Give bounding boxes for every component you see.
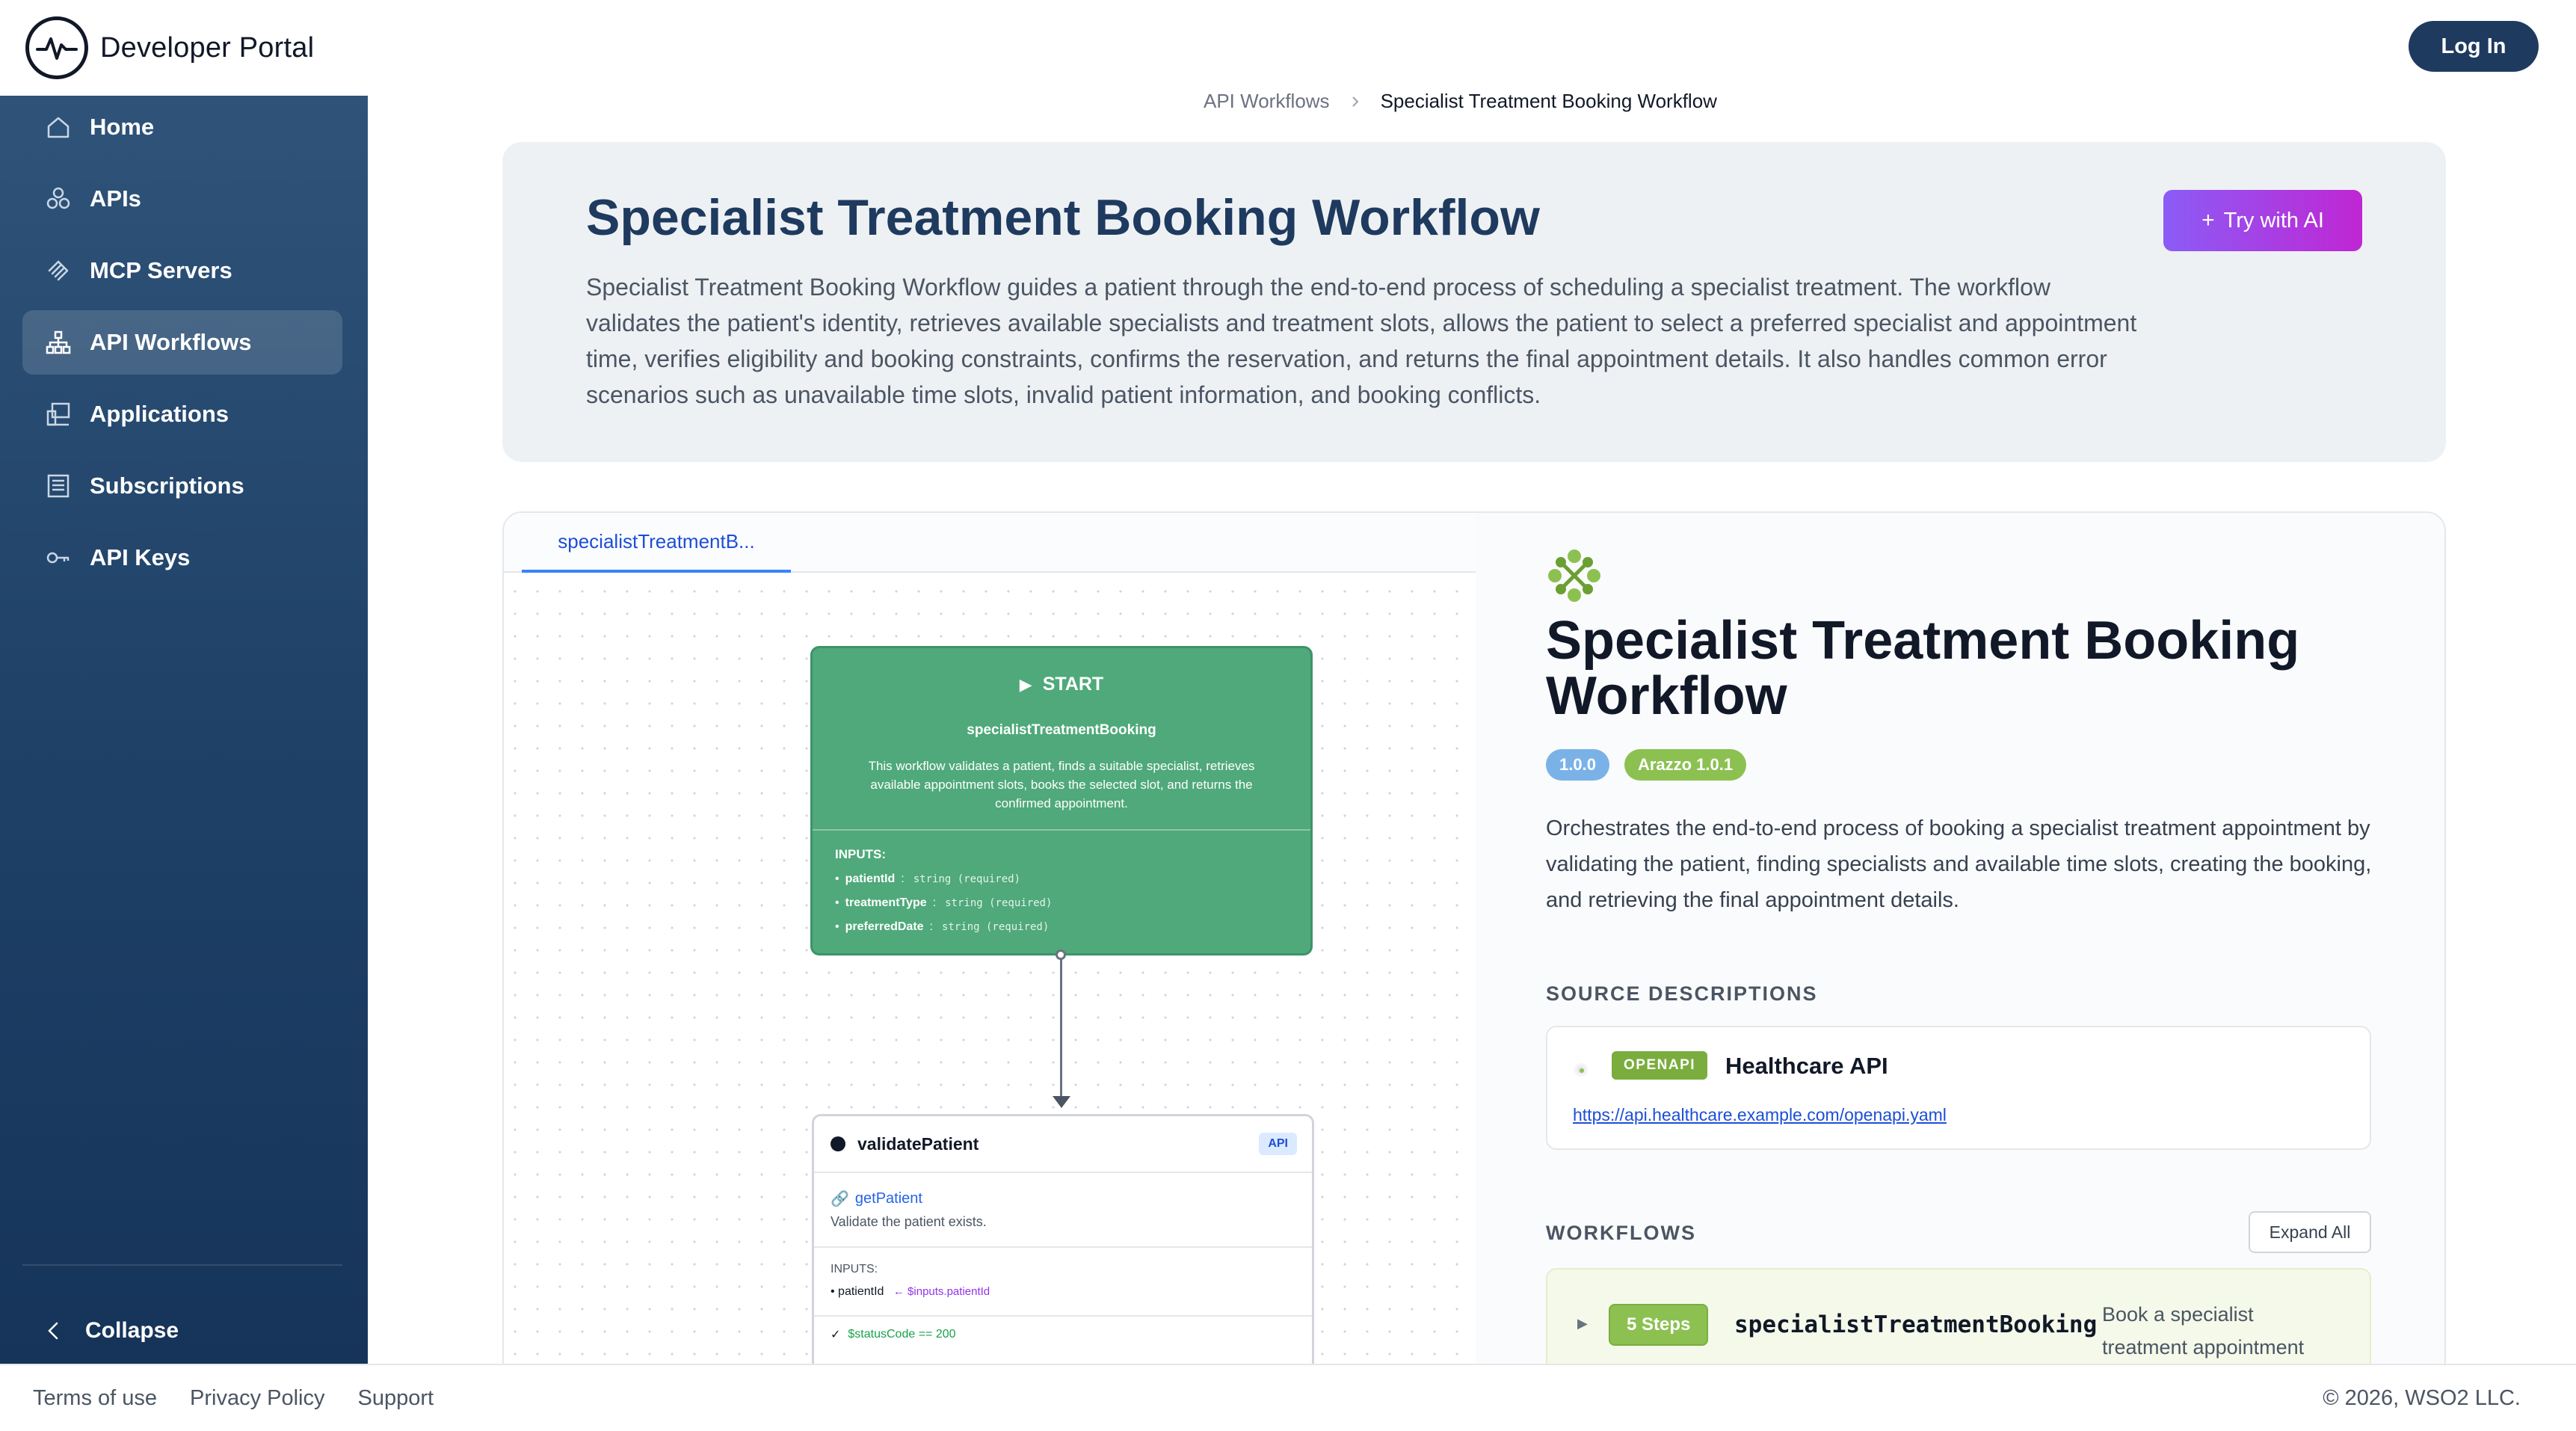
breadcrumb: API Workflows Specialist Treatment Booki… — [1204, 90, 1717, 113]
collapse-label: Collapse — [85, 1318, 179, 1343]
footer: Terms of use Privacy Policy Support © 20… — [0, 1364, 2576, 1431]
caret-right-icon[interactable]: ▶ — [1577, 1316, 1588, 1332]
workflow-icon — [42, 326, 75, 359]
breadcrumb-current: Specialist Treatment Booking Workflow — [1380, 90, 1717, 112]
workflows-heading: WORKFLOWS — [1546, 1222, 1696, 1244]
sidebar-item-label: Home — [90, 114, 155, 140]
workflow-summary: Book a specialist treatment appointment — [2102, 1303, 2305, 1358]
sidebar-item-home[interactable]: Home — [22, 95, 342, 159]
footer-terms-link[interactable]: Terms of use — [33, 1386, 157, 1411]
sidebar: Home APIs MCP Servers API Workflows Appl… — [0, 96, 368, 1364]
try-with-ai-button[interactable]: + Try with AI — [2163, 190, 2362, 251]
brand-name: Developer Portal — [100, 31, 315, 64]
sidebar-item-mcp-servers[interactable]: MCP Servers — [22, 238, 342, 303]
steps-count-badge: 5 Steps — [1609, 1304, 1709, 1346]
sidebar-item-label: MCP Servers — [90, 257, 232, 283]
sidebar-item-label: Subscriptions — [90, 473, 244, 499]
details-layer: Specialist Treatment Booking Workflow 1.… — [502, 511, 2446, 1364]
brand[interactable]: Developer Portal — [25, 16, 314, 79]
openapi-badge: OPENAPI — [1612, 1051, 1708, 1080]
login-button[interactable]: Log In — [2409, 21, 2539, 72]
chevron-left-icon — [39, 1316, 69, 1346]
sidebar-divider — [22, 1264, 342, 1266]
workflow-id: specialistTreatmentBooking — [1734, 1311, 2098, 1338]
workflow-badges: 1.0.0 Arazzo 1.0.1 — [1546, 749, 1747, 781]
try-with-ai-label: Try with AI — [2223, 208, 2324, 233]
hero-banner: Specialist Treatment Booking Workflow Sp… — [502, 142, 2446, 462]
sidebar-item-label: Applications — [90, 401, 229, 427]
top-bar: Developer Portal Log In — [0, 0, 2576, 96]
workflow-description: Orchestrates the end-to-end process of b… — [1546, 816, 2372, 912]
sidebar-item-applications[interactable]: Applications — [22, 382, 342, 446]
sidebar-item-label: API Workflows — [90, 329, 252, 355]
apis-icon — [42, 182, 75, 215]
sidebar-item-apis[interactable]: APIs — [22, 167, 342, 231]
sidebar-item-subscriptions[interactable]: Subscriptions — [22, 454, 342, 518]
source-card[interactable]: OPENAPI Healthcare API https://api.healt… — [1546, 1026, 2371, 1150]
footer-privacy-link[interactable]: Privacy Policy — [190, 1386, 325, 1411]
expand-all-button[interactable]: Expand All — [2249, 1211, 2371, 1253]
mcp-icon — [42, 254, 75, 287]
applications-icon — [42, 398, 75, 431]
workflow-title: Specialist Treatment Booking Workflow — [1546, 611, 2300, 726]
footer-copyright: © 2026, WSO2 LLC. — [2323, 1385, 2521, 1410]
page-description: Specialist Treatment Booking Workflow gu… — [586, 274, 2137, 408]
sidebar-item-api-keys[interactable]: API Keys — [22, 526, 342, 590]
sidebar-item-label: API Keys — [90, 544, 191, 570]
footer-support-link[interactable]: Support — [358, 1386, 434, 1411]
source-url-link[interactable]: https://api.healthcare.example.com/opena… — [1573, 1105, 1947, 1125]
arazzo-version-badge: Arazzo 1.0.1 — [1624, 749, 1747, 781]
sparkle-icon: + — [2201, 208, 2215, 233]
page-title: Specialist Treatment Booking Workflow — [586, 189, 1540, 246]
workflow-list-item[interactable]: ▶ 5 Steps specialistTreatmentBooking Boo… — [1546, 1268, 2371, 1364]
subscriptions-icon — [42, 470, 75, 502]
collapse-button[interactable]: Collapse — [22, 1308, 342, 1353]
pulse-logo-icon — [25, 16, 88, 79]
source-status-dot — [1574, 1063, 1588, 1077]
breadcrumb-parent-link[interactable]: API Workflows — [1204, 90, 1330, 113]
home-icon — [42, 111, 75, 144]
source-name: Healthcare API — [1725, 1053, 1888, 1079]
source-descriptions-heading: SOURCE DESCRIPTIONS — [1546, 982, 1818, 1005]
key-icon — [42, 541, 75, 574]
sidebar-item-api-workflows[interactable]: API Workflows — [22, 310, 342, 375]
arazzo-logo-icon — [1546, 547, 1603, 604]
chevron-right-icon — [1348, 94, 1363, 109]
sidebar-item-label: APIs — [90, 185, 141, 212]
version-badge: 1.0.0 — [1546, 749, 1609, 781]
